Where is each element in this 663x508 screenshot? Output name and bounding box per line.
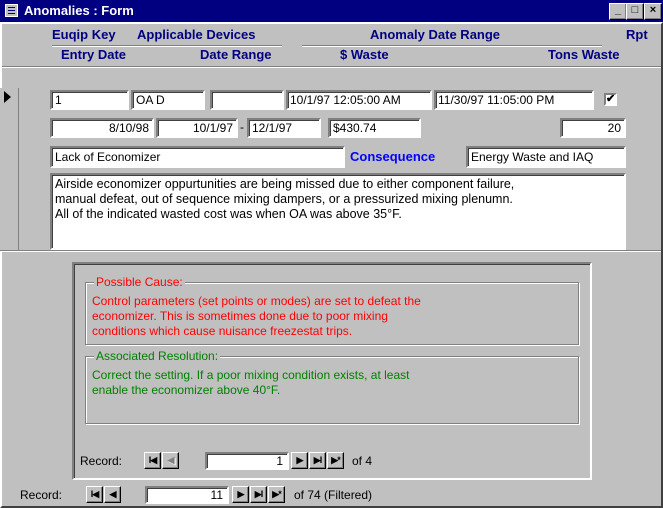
blank-field[interactable] [210,90,284,110]
waste-field[interactable]: $430.74 [328,118,421,138]
date-range-end-field[interactable]: 12/1/97 [247,118,321,138]
last-record-button[interactable]: ▶I [250,486,267,503]
detail-bottom-border [0,250,661,252]
resolution-text: Correct the setting. If a poor mixing co… [92,368,410,397]
minimize-button[interactable]: _ [609,3,627,20]
possible-cause-text: Control parameters (set points or modes)… [92,294,421,338]
first-record-button[interactable]: I◀ [86,486,103,503]
header-rpt: Rpt [626,27,648,42]
resolution-label: Associated Resolution: [94,349,221,363]
close-button[interactable]: × [644,3,662,20]
subform-prev-record-button[interactable]: ◀ [162,452,179,469]
title-bar[interactable]: Anomalies : Form _ □ × [0,0,663,22]
cause-resolution-subform: Possible Cause: Control parameters (set … [72,262,592,480]
entry-date-field[interactable]: 8/10/98 [50,118,154,138]
form-icon[interactable] [5,4,18,17]
anomaly-end-field[interactable]: 11/30/97 11:05:00 PM [434,90,594,110]
subform-last-record-button[interactable]: ▶I [309,452,326,469]
main-record-label: Record: [20,488,63,502]
date-range-start-field[interactable]: 10/1/97 [156,118,238,138]
new-record-button[interactable]: ▶* [268,486,285,503]
header-anomaly-date-range: Anomaly Date Range [370,27,501,42]
subform-first-record-button[interactable]: I◀ [144,452,161,469]
window-title: Anomalies : Form [24,3,134,18]
header-entry-date: Entry Date [61,47,127,62]
subform-new-record-button[interactable]: ▶* [327,452,344,469]
subform-next-record-button[interactable]: ▶ [291,452,308,469]
subform-record-label: Record: [80,454,123,468]
anomaly-field[interactable]: Lack of Economizer [50,146,345,168]
rpt-checkbox[interactable]: ✔ [604,93,617,106]
applicable-devices-field[interactable]: OA D [131,90,205,110]
consequence-label: Consequence [350,149,436,164]
subform-record-navigator: Record: I◀ ◀ 1 ▶ ▶I ▶* of 4 [80,451,440,471]
detail-separator [2,66,661,68]
resolution-group: Associated Resolution: Correct the setti… [85,349,579,424]
subform-current-record-field[interactable]: 1 [205,452,289,470]
possible-cause-group: Possible Cause: Control parameters (set … [85,275,579,345]
main-record-count: of 74 (Filtered) [294,488,373,502]
header-date-range: Date Range [200,47,272,62]
possible-cause-label: Possible Cause: [94,275,185,289]
prev-record-button[interactable]: ◀ [104,486,121,503]
header-waste: $ Waste [340,47,389,62]
tons-waste-field[interactable]: 20 [560,118,626,138]
anomaly-start-field[interactable]: 10/1/97 12:05:00 AM [286,90,432,110]
date-range-separator: - [240,120,244,134]
consequence-field[interactable]: Energy Waste and IAQ [466,146,626,168]
next-record-button[interactable]: ▶ [232,486,249,503]
description-memo[interactable]: Airside economizer oppurtunities are bei… [50,173,626,250]
subform-record-count: of 4 [352,454,373,468]
header-applicable-devices: Applicable Devices [137,27,256,42]
header-tons-waste: Tons Waste [548,47,620,62]
record-selector[interactable] [0,88,19,252]
current-record-icon [4,91,11,103]
maximize-button[interactable]: □ [626,3,644,20]
header-equip-key: Euqip Key [52,27,116,42]
main-record-navigator: Record: I◀ ◀ 11 ▶ ▶I ▶* of 74 (Filtered) [20,485,440,505]
current-record-field[interactable]: 11 [145,486,229,504]
equip-key-field[interactable]: 1 [50,90,129,110]
